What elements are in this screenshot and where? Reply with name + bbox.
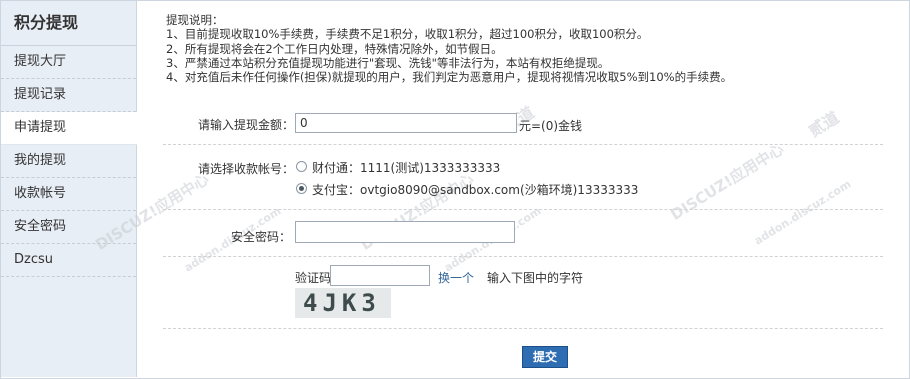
withdraw-notes: 提现说明： 1、目前提现收取10%手续费，手续费不足1积分，收取1积分，超过10… — [166, 13, 732, 84]
captcha-input[interactable] — [330, 265, 430, 286]
watermark-brand: DISCUZ!应用中心 — [667, 139, 787, 224]
password-label: 安全密码： — [231, 230, 292, 244]
notes-line: 3、严禁通过本站积分充值提现功能进行"套现、洗钱"等非法行为，本站有权拒绝提现。 — [166, 55, 610, 70]
amount-label: 请输入提现金额： — [198, 118, 295, 132]
sidebar-item-apply-withdraw[interactable]: 申请提现 — [1, 112, 137, 145]
sidebar-item-withdraw-records[interactable]: 提现记录 — [1, 79, 136, 112]
divider — [163, 144, 883, 145]
sidebar-item-payee-accounts[interactable]: 收款帐号 — [1, 178, 136, 211]
sidebar-item-security-password[interactable]: 安全密码 — [1, 211, 136, 244]
divider — [163, 256, 883, 257]
watermark-tag: 贰道 — [803, 104, 843, 141]
account-option-tenpay[interactable]: 财付通：1111(测试)1333333333 — [312, 159, 500, 176]
watermark-url-text: addon.discuz.com — [752, 177, 854, 248]
sidebar-item-withdraw-hall[interactable]: 提现大厅 — [1, 46, 136, 79]
account-radio-alipay[interactable] — [296, 183, 307, 194]
divider — [163, 328, 883, 329]
amount-input[interactable] — [295, 113, 517, 133]
divider — [163, 209, 883, 210]
sidebar-item-dzcsu[interactable]: Dzcsu — [1, 244, 136, 277]
amount-conversion: 元=(0)金钱 — [519, 119, 583, 133]
main-content: 提现说明： 1、目前提现收取10%手续费，手续费不足1积分，收取1积分，超过10… — [92, 1, 909, 377]
captcha-label: 验证码 — [295, 271, 332, 285]
watermark-logo: DISCUZ!应用中心 — [666, 138, 787, 225]
security-password-input[interactable] — [295, 221, 515, 243]
notes-line: 1、目前提现收取10%手续费，手续费不足1积分，收取1积分，超过100积分，收取… — [166, 27, 649, 42]
notes-line: 4、对充值后未作任何操作(担保)就提现的用户，我们判定为恶意用户，提现将视情况收… — [166, 70, 733, 85]
captcha-image[interactable]: 4JK3 — [295, 288, 391, 318]
sidebar-item-my-withdrawals[interactable]: 我的提现 — [1, 145, 136, 178]
account-label: 请选择收款帐号： — [198, 162, 295, 176]
watermark-tag-text: 贰道 — [805, 107, 843, 141]
account-radio-tenpay[interactable] — [296, 161, 307, 172]
sidebar: 积分提现 提现大厅 提现记录 申请提现 我的提现 收款帐号 安全密码 Dzcsu — [1, 1, 137, 377]
notes-line: 2、所有提现将会在2个工作日内处理，特殊情况除外，如节假日。 — [166, 41, 503, 56]
captcha-text: 4JK3 — [303, 289, 381, 317]
account-option-alipay[interactable]: 支付宝：ovtgio8090@sandbox.com(沙箱环境)13333333 — [312, 181, 638, 198]
watermark-url: addon.discuz.com — [752, 177, 853, 247]
sidebar-title: 积分提现 — [1, 1, 136, 46]
submit-button[interactable]: 提交 — [522, 346, 568, 368]
captcha-hint: 输入下图中的字符 — [487, 271, 584, 285]
captcha-refresh-link[interactable]: 换一个 — [438, 269, 474, 286]
notes-heading: 提现说明： — [166, 13, 224, 27]
